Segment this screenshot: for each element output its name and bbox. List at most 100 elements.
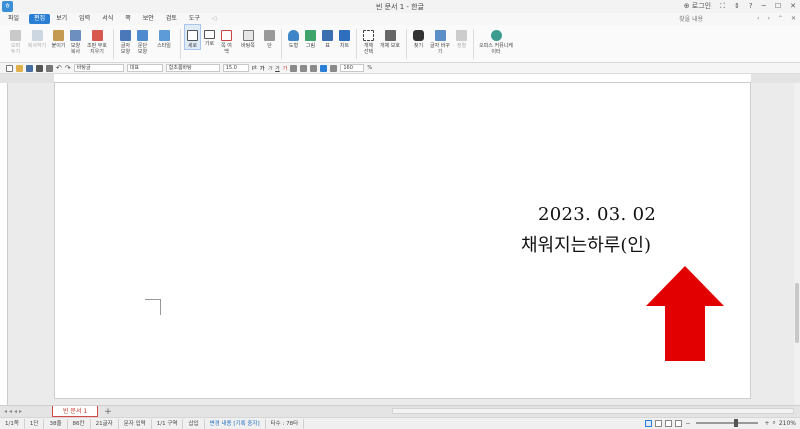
new-doc-icon[interactable]	[6, 64, 13, 72]
status-insert-mode[interactable]: 삽입	[183, 418, 205, 429]
chart-button[interactable]: 차트	[337, 25, 352, 49]
ribbon-collapse-icon[interactable]: ⌃	[778, 15, 783, 22]
zoom-unit[interactable]: %	[367, 65, 372, 71]
search-prev-icon[interactable]: ‹	[757, 15, 759, 22]
tab-document-1[interactable]: 빈 문서 1	[52, 406, 99, 417]
search-input[interactable]: 찾을 내용	[679, 14, 749, 23]
font-color-icon[interactable]: 가	[283, 65, 288, 72]
font-select[interactable]: 함초롬바탕	[165, 64, 220, 72]
shape-button[interactable]: 도형	[286, 25, 301, 49]
align-right-icon[interactable]	[320, 64, 328, 72]
preview-icon[interactable]	[46, 64, 53, 72]
zoom-in-icon[interactable]: +	[764, 420, 769, 427]
redo-icon[interactable]: ↷	[65, 64, 71, 72]
vertical-scrollbar[interactable]	[794, 83, 800, 405]
status-char-count: 21글자	[91, 418, 119, 429]
tab-nav-arrows[interactable]: ◂◂◂▸	[0, 408, 52, 415]
style-button[interactable]: 스타일	[152, 25, 176, 49]
document-date-text[interactable]: 2023. 03. 02	[538, 204, 656, 225]
status-line: 38줄	[44, 418, 68, 429]
print-icon[interactable]	[36, 64, 43, 72]
para-shape-button[interactable]: 문단 모양	[135, 25, 150, 55]
font-size-input[interactable]: 15.0	[222, 64, 249, 72]
full-view-icon[interactable]	[675, 419, 683, 427]
horizontal-ruler[interactable]	[54, 74, 751, 83]
language-select[interactable]: 대표	[126, 64, 163, 72]
zoom-level[interactable]: 210%	[779, 420, 796, 427]
menu-insert[interactable]: 입력	[73, 13, 96, 25]
sort-button[interactable]: 정렬	[454, 25, 469, 49]
status-page[interactable]: 1/1쪽	[0, 418, 25, 429]
login-button[interactable]: ⊕ 로그인	[684, 1, 711, 11]
bold-icon[interactable]: 가	[260, 65, 265, 72]
web-view-icon[interactable]	[665, 419, 673, 427]
undo-icon[interactable]: ↶	[56, 64, 62, 72]
align-justify-icon[interactable]	[290, 64, 298, 72]
hwp-logo-icon[interactable]: ㅎ	[2, 1, 13, 12]
font-size-unit[interactable]: pt	[252, 65, 257, 71]
cut-button[interactable]: 오려 두기	[8, 25, 23, 55]
menu-review[interactable]: 검토	[160, 13, 183, 25]
margin-button[interactable]: 쪽 여백	[219, 25, 234, 55]
style-select[interactable]: 바탕글	[73, 64, 124, 72]
master-page-button[interactable]: 바탕쪽	[236, 25, 260, 49]
window-title: 빈 문서 1 - 한글	[375, 2, 425, 11]
zoom-slider-knob[interactable]	[734, 419, 739, 427]
search-next-icon[interactable]: ›	[768, 15, 770, 22]
table-button[interactable]: 표	[320, 25, 335, 49]
picture-button[interactable]: 그림	[303, 25, 318, 49]
copy-button[interactable]: 복사하기	[25, 25, 49, 49]
minimize-icon[interactable]: ─	[762, 2, 766, 10]
zoom-search-icon[interactable]: ⌕	[772, 419, 775, 427]
char-shape-button[interactable]: 글자 모양	[118, 25, 133, 55]
page-view-icon[interactable]	[645, 419, 653, 427]
status-typing-speed: 타수 : 78타	[266, 418, 305, 429]
clear-codes-button[interactable]: 조판 부호 지우기	[85, 25, 109, 55]
menu-tools[interactable]: 도구	[183, 13, 206, 25]
menu-security[interactable]: 보안	[137, 13, 160, 25]
align-center-icon[interactable]	[310, 64, 318, 72]
replace-button[interactable]: 글자 바꾸기	[428, 25, 452, 55]
paste-button[interactable]: 붙이기	[51, 25, 66, 49]
columns-button[interactable]: 단	[262, 25, 277, 49]
menu-file[interactable]: 파일	[0, 13, 29, 25]
document-page[interactable]: 2023. 03. 02 채워지는하루(인)	[54, 83, 751, 399]
menu-page[interactable]: 쪽	[119, 13, 137, 25]
find-button[interactable]: 찾기	[411, 25, 426, 49]
italic-icon[interactable]: 가	[268, 65, 273, 72]
document-signature-text[interactable]: 채워지는하루(인)	[521, 231, 651, 257]
help-button[interactable]: ?	[749, 2, 753, 10]
portrait-button[interactable]: 세로	[184, 24, 201, 50]
zoom-slider[interactable]	[696, 419, 759, 427]
underline-icon[interactable]: 가	[275, 65, 280, 72]
messenger-button[interactable]: 오피스 커뮤니케이터	[478, 25, 514, 55]
menu-edit[interactable]: 편집	[29, 14, 51, 24]
zoom-out-icon[interactable]: −	[685, 420, 690, 427]
maximize-icon[interactable]: ☐	[775, 2, 781, 10]
landscape-button[interactable]: 가로	[202, 25, 217, 47]
menu-more-icon[interactable]: ◁	[206, 13, 223, 25]
doc-close-icon[interactable]: ✕	[791, 15, 796, 22]
zoom-input[interactable]: 160	[340, 64, 365, 72]
fullscreen-icon[interactable]: ⛶	[720, 2, 725, 11]
menu-format[interactable]: 서식	[96, 13, 119, 25]
align-left-icon[interactable]	[300, 64, 308, 72]
object-protect-button[interactable]: 개체 보호	[378, 25, 402, 49]
vertical-ruler[interactable]	[0, 83, 8, 405]
add-tab-button[interactable]: +	[104, 407, 112, 417]
menu-view[interactable]: 보기	[50, 13, 73, 25]
menu-bar: 파일 편집 보기 입력 서식 쪽 보안 검토 도구 ◁ 찾을 내용 ‹ › ⌃ …	[0, 13, 800, 25]
close-icon[interactable]: ✕	[790, 2, 796, 10]
open-folder-icon[interactable]	[16, 64, 23, 72]
object-protect-icon	[384, 30, 396, 41]
horizontal-scrollbar[interactable]	[392, 408, 794, 414]
picture-icon	[305, 30, 316, 41]
save-icon[interactable]	[26, 64, 33, 72]
align-distribute-icon[interactable]	[330, 64, 338, 72]
object-select-button[interactable]: 개체 선택	[361, 25, 376, 55]
status-track-changes[interactable]: 변경 내용 [기록 중지]	[205, 418, 266, 429]
vertical-scroll-thumb[interactable]	[795, 283, 799, 343]
two-page-view-icon[interactable]	[655, 419, 663, 427]
ribbon-toggle-icon[interactable]: ⇕	[734, 2, 740, 10]
format-copy-button[interactable]: 모양 복사	[68, 25, 83, 55]
